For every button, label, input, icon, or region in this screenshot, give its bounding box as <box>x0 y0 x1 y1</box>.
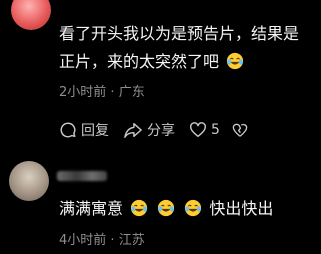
comment-text: 满满寓意 <box>59 199 124 218</box>
share-button[interactable]: 分享 <box>123 120 175 140</box>
like-count: 5 <box>211 122 220 138</box>
comment-text-line: 正片，来的太突然了吧 <box>59 48 246 76</box>
laugh-cry-emoji-icon <box>185 199 202 217</box>
heart-icon <box>190 122 206 138</box>
comment-text-line: 满满寓意 快出快出 <box>59 195 273 223</box>
comment-meta: 4小时前 · 江苏 <box>59 229 145 248</box>
share-label: 分享 <box>147 123 175 139</box>
blurred-username[interactable] <box>57 171 107 181</box>
comment-location: 江苏 <box>118 233 145 248</box>
separator: · <box>110 85 115 100</box>
comment-time: 2小时前 <box>59 85 107 100</box>
like-button[interactable]: 5 <box>189 121 220 139</box>
laugh-cry-emoji-icon <box>158 199 175 217</box>
avatar[interactable] <box>11 0 51 30</box>
comment-location: 广东 <box>118 85 145 100</box>
comment-text: 看了开头我以为是预告片，结果是 <box>59 24 300 43</box>
comment-actions: 回复 分享 5 <box>59 120 252 140</box>
share-arrow-icon <box>124 122 142 138</box>
laugh-cry-emoji-icon <box>131 199 148 217</box>
comment-text: 正片，来的太突然了吧 <box>59 52 220 71</box>
dislike-button[interactable] <box>232 121 252 139</box>
comment-text-line: 看了开头我以为是预告片，结果是 <box>59 20 299 48</box>
comment-meta: 2小时前 · 广东 <box>59 81 145 100</box>
laugh-cry-emoji-icon <box>227 52 244 70</box>
separator: · <box>110 233 115 248</box>
comment-bubble-icon <box>60 122 76 138</box>
dislike-heart-broken-icon <box>232 123 248 137</box>
comment-text: 快出快出 <box>209 199 274 218</box>
reply-button[interactable]: 回复 <box>59 120 109 140</box>
reply-label: 回复 <box>81 123 109 139</box>
comment-time: 4小时前 <box>59 233 107 248</box>
avatar[interactable] <box>9 161 49 201</box>
